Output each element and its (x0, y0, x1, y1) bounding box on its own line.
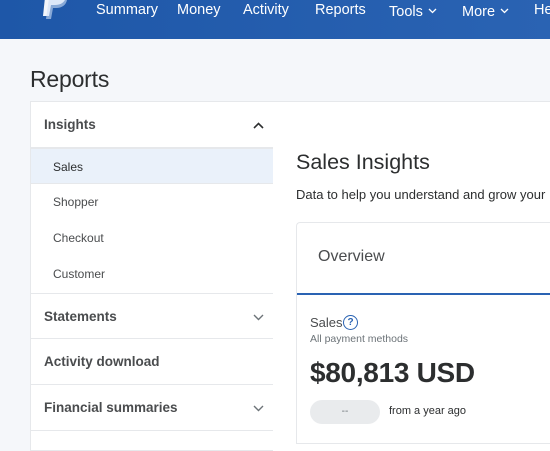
sidebar-section-label: Financial summaries (44, 400, 178, 415)
section-description: Data to help you understand and grow you… (296, 187, 546, 202)
payment-methods-label: All payment methods (310, 333, 409, 345)
sidebar-section-label: Activity download (44, 354, 160, 369)
sidebar-item-sales[interactable]: Sales (31, 148, 274, 184)
question-icon[interactable]: ? (343, 315, 358, 330)
nav-activity-label: Activity (243, 2, 289, 18)
sidebar-item-label: Checkout (53, 231, 104, 245)
overview-card: Overview Sales ? All payment methods $80… (296, 222, 550, 444)
sidebar-section-label: Statements (44, 309, 117, 324)
sidebar-section-financial-summaries[interactable]: Financial summaries (31, 385, 274, 431)
tab-overview-label: Overview (318, 248, 385, 265)
tab-overview[interactable]: Overview (297, 223, 550, 295)
sidebar-section-label: Insights (44, 117, 96, 132)
sidebar-item-label: Customer (53, 267, 106, 281)
chevron-down-icon (253, 294, 264, 340)
chevron-down-icon (500, 0, 509, 20)
chevron-down-icon (428, 0, 437, 20)
nav-help[interactable]: He (534, 0, 550, 20)
nav-summary-label: Summary (96, 2, 159, 18)
nav-more-label: More (462, 4, 496, 20)
sidebar-item-shopper[interactable]: Shopper (31, 184, 274, 220)
sidebar-item-customer[interactable]: Customer (31, 256, 274, 292)
nav-money[interactable]: Money (177, 0, 221, 20)
reports-sidebar: Insights Sales Shopper Checkout Customer… (30, 101, 274, 451)
top-navigation-bar: Summary Money Activity Reports Tools Mor… (0, 0, 550, 39)
nav-tools-label: Tools (389, 4, 423, 20)
sales-metric-label: Sales (310, 315, 343, 330)
sidebar-section-insights[interactable]: Insights (31, 102, 274, 148)
nav-more[interactable]: More (462, 0, 509, 20)
nav-activity[interactable]: Activity (243, 0, 289, 20)
nav-summary[interactable]: Summary (96, 0, 158, 20)
change-badge: -- (310, 400, 380, 424)
change-note: from a year ago (389, 405, 467, 417)
sales-amount: $80,813 USD (310, 357, 475, 388)
chevron-down-icon (253, 385, 264, 431)
section-title: Sales Insights (296, 150, 430, 174)
sidebar-section-statements[interactable]: Statements (31, 293, 274, 339)
nav-reports-label: Reports (315, 2, 366, 18)
nav-tools[interactable]: Tools (389, 0, 437, 20)
sidebar-item-label: Shopper (53, 195, 99, 209)
sidebar-item-checkout[interactable]: Checkout (31, 220, 274, 256)
nav-reports[interactable]: Reports (315, 0, 366, 20)
nav-money-label: Money (177, 2, 221, 18)
sidebar-item-label: Sales (53, 160, 84, 174)
sidebar-section-activity-download[interactable]: Activity download (31, 339, 274, 385)
page-title: Reports (30, 66, 110, 92)
nav-help-label: He (534, 2, 550, 18)
chevron-up-icon (253, 102, 264, 148)
paypal-logo-icon[interactable] (40, 0, 70, 20)
